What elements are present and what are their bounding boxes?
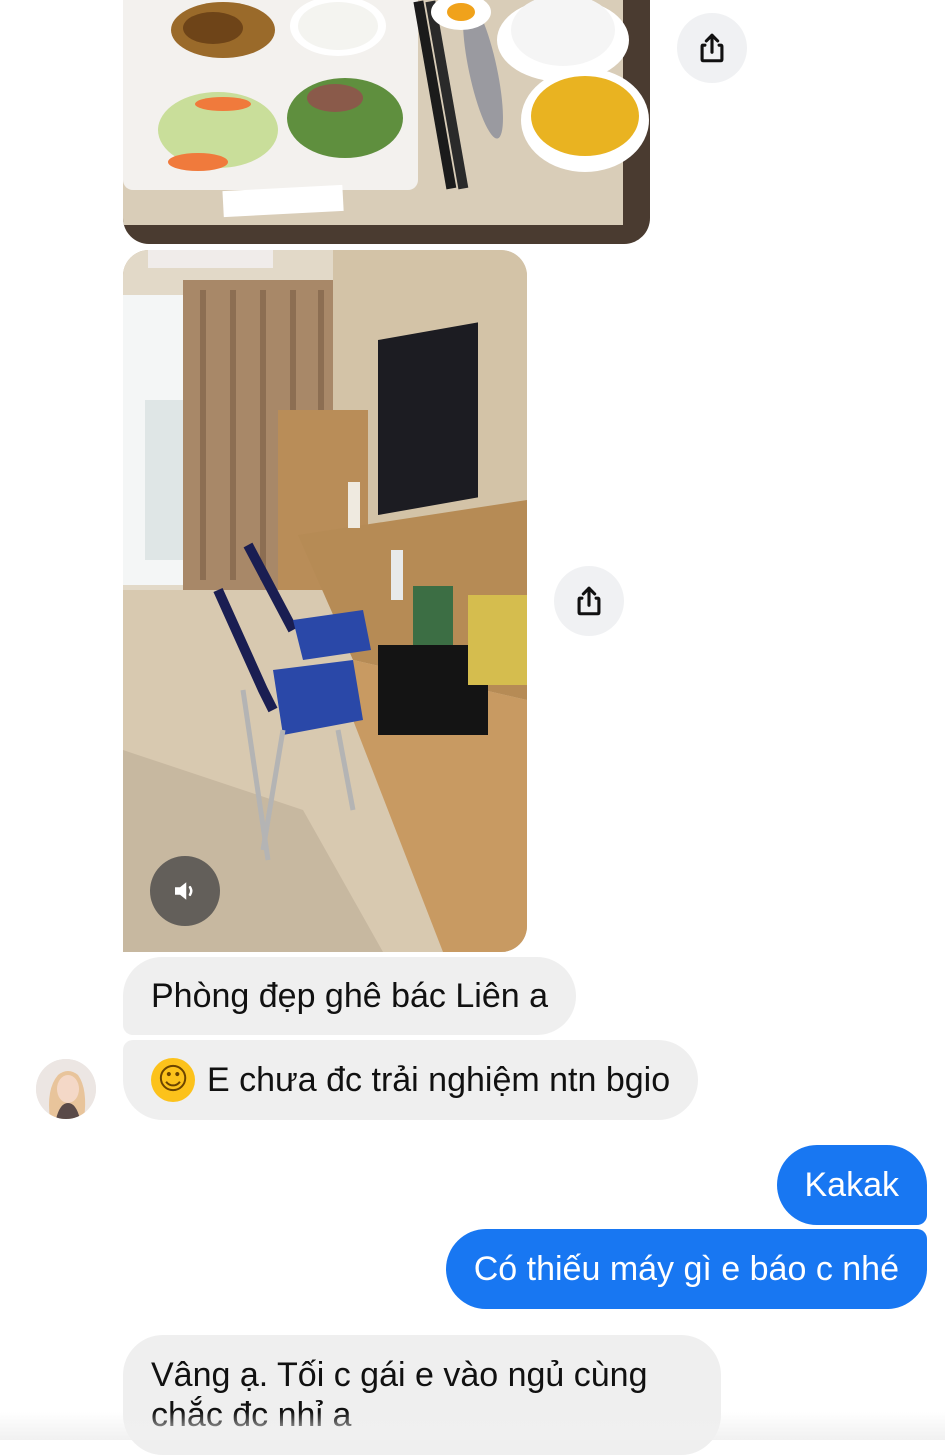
outgoing-message[interactable]: Kakak bbox=[776, 1145, 927, 1225]
video-attachment-room[interactable] bbox=[123, 250, 527, 952]
avatar-image bbox=[36, 1059, 96, 1119]
bottom-fade bbox=[0, 1412, 945, 1440]
photo-attachment-meal[interactable] bbox=[123, 0, 650, 244]
incoming-message[interactable]: Phòng đẹp ghê bác Liên a bbox=[123, 957, 577, 1035]
incoming-message[interactable]: ☺ E chưa đc trải nghiệm ntn bgio bbox=[123, 1040, 699, 1120]
share-icon bbox=[577, 586, 601, 616]
outgoing-message[interactable]: Có thiếu máy gì e báo c nhé bbox=[445, 1229, 927, 1309]
meal-photo-illustration bbox=[123, 0, 650, 244]
message-text: E chưa đc trải nghiệm ntn bgio bbox=[207, 1061, 671, 1099]
share-icon bbox=[700, 33, 724, 63]
speaker-icon bbox=[175, 882, 193, 900]
message-text: Phòng đẹp ghê bác Liên a bbox=[151, 977, 549, 1015]
room-video-illustration bbox=[123, 250, 527, 952]
message-text: Kakak bbox=[804, 1166, 900, 1204]
contact-avatar[interactable] bbox=[36, 1059, 96, 1119]
sound-toggle-button[interactable] bbox=[150, 856, 220, 926]
share-video-button[interactable] bbox=[554, 566, 624, 636]
share-photo-button[interactable] bbox=[677, 13, 747, 83]
tears-of-joy-emoji: ☺ bbox=[151, 1058, 195, 1102]
message-text: Có thiếu máy gì e báo c nhé bbox=[473, 1250, 899, 1288]
